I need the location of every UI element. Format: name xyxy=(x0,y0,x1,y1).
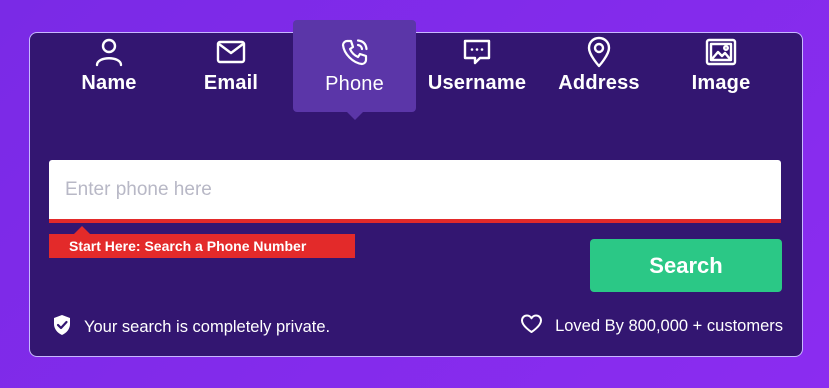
tab-email-label: Email xyxy=(203,72,259,94)
heart-icon xyxy=(520,314,555,339)
tab-name[interactable]: Name xyxy=(48,20,170,112)
tab-address[interactable]: Address xyxy=(538,20,660,112)
privacy-note: Your search is completely private. xyxy=(52,314,330,341)
user-icon xyxy=(94,36,124,68)
loved-by-note: Loved By 800,000 + customers xyxy=(520,314,783,339)
tab-image[interactable]: Image xyxy=(660,20,782,112)
tab-username[interactable]: Username xyxy=(416,20,538,112)
tab-phone-label: Phone xyxy=(325,73,384,95)
tab-name-label: Name xyxy=(81,72,137,94)
image-icon xyxy=(705,36,737,68)
tab-username-label: Username xyxy=(427,72,527,94)
chat-bubble-icon xyxy=(462,36,492,68)
phone-input-container xyxy=(49,160,781,223)
loved-text: Loved By 800,000 + customers xyxy=(555,317,783,335)
location-pin-icon xyxy=(586,36,612,68)
privacy-text: Your search is completely private. xyxy=(84,318,331,336)
shield-check-icon xyxy=(52,314,84,341)
phone-search-input[interactable] xyxy=(49,160,781,219)
envelope-icon xyxy=(216,36,246,68)
search-type-tabs: Name Email Phone Username Address Image xyxy=(48,20,782,120)
start-here-hint: Start Here: Search a Phone Number xyxy=(49,226,355,258)
tab-email[interactable]: Email xyxy=(170,20,292,112)
tab-image-label: Image xyxy=(691,72,751,94)
tab-phone[interactable]: Phone xyxy=(293,20,416,120)
tab-address-label: Address xyxy=(558,72,640,94)
phone-icon xyxy=(341,36,369,68)
search-button[interactable]: Search xyxy=(590,239,782,292)
